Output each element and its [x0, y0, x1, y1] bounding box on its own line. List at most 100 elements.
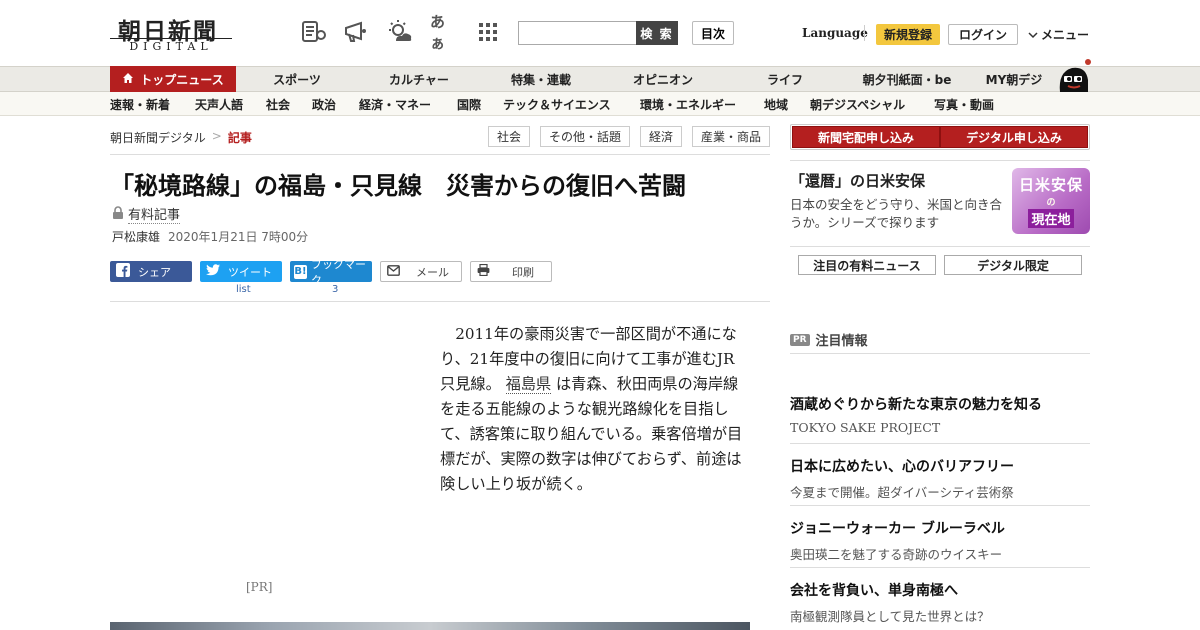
divider	[790, 353, 1090, 354]
sub-nav-region[interactable]: 地域	[764, 92, 788, 116]
search-input[interactable]	[518, 21, 638, 45]
featured-paid-news-button[interactable]: 注目の有料ニュース	[798, 255, 936, 275]
feature-title[interactable]: 「還暦」の日米安保	[790, 170, 925, 191]
language-link[interactable]: Language	[802, 26, 868, 40]
digital-subscribe-button[interactable]: デジタル申し込み	[940, 126, 1088, 148]
divider	[790, 567, 1090, 568]
pr-item-subtitle: TOKYO SAKE PROJECT	[790, 420, 941, 435]
sub-nav-politics[interactable]: 政治	[312, 92, 336, 116]
hatena-count[interactable]: 3	[332, 284, 338, 295]
search-button[interactable]: 検 索	[636, 21, 678, 45]
pr-item[interactable]: 酒蔵めぐりから新たな東京の魅力を知る TOKYO SAKE PROJECT	[790, 394, 1090, 435]
sub-nav-tenseijingo[interactable]: 天声人語	[195, 92, 243, 116]
mascot-icon[interactable]	[1054, 58, 1092, 92]
breadcrumb: 朝日新聞デジタル > 記事	[110, 129, 252, 146]
feature-description[interactable]: 日本の安全をどう守り、米国と向き合うか。シリーズで探ります	[790, 196, 1004, 232]
feature-badge-image[interactable]: 日米安保 の 現在地	[1012, 168, 1090, 234]
apps-grid-icon[interactable]	[474, 18, 502, 46]
sub-nav-society[interactable]: 社会	[266, 92, 290, 116]
hatena-bookmark-button[interactable]: B! ブックマーク	[290, 258, 372, 287]
megaphone-icon[interactable]	[342, 18, 370, 46]
print-label: 印刷	[512, 265, 534, 279]
table-of-contents-button[interactable]: 目次	[692, 21, 734, 45]
tag-economy[interactable]: 経済	[640, 126, 682, 147]
article-title: 「秘境路線」の福島・只見線 災害からの復旧へ苦闘	[110, 172, 686, 200]
logo-sub-text: DIGITAL	[110, 38, 232, 54]
home-delivery-subscribe-button[interactable]: 新聞宅配申し込み	[792, 126, 940, 148]
login-button[interactable]: ログイン	[948, 24, 1018, 45]
paid-article-text: 有料記事	[128, 204, 181, 224]
mail-share-button[interactable]: メール	[380, 261, 462, 282]
font-size-icon[interactable]: あぁ	[430, 13, 458, 52]
divider	[790, 443, 1090, 444]
facebook-share-button[interactable]: シェア	[110, 261, 192, 282]
badge-line-1: 日米安保	[1018, 176, 1083, 194]
nav-item-life[interactable]: ライフ	[724, 66, 846, 92]
pr-item[interactable]: 会社を背負い、単身南極へ 南極観測隊員として見た世界とは？	[790, 580, 1090, 625]
home-icon	[122, 72, 134, 87]
pr-item-subtitle: 奥田瑛二を魅了する奇跡のウイスキー	[790, 547, 1003, 562]
article-lead: 2011年の豪雨災害で一部区間が不通になり、21年度中の復旧に向けて工事が進むJ…	[440, 322, 746, 497]
keyword-link-fukushima[interactable]: 福島県	[505, 375, 552, 394]
sub-nav-latest[interactable]: 速報・新着	[110, 92, 170, 116]
sub-nav-international[interactable]: 国際	[457, 92, 481, 116]
nav-item-features[interactable]: 特集・連載	[480, 66, 602, 92]
sub-nav-economy[interactable]: 経済・マネー	[359, 92, 431, 116]
nav-item-culture[interactable]: カルチャー	[358, 66, 480, 92]
tag-industry-products[interactable]: 産業・商品	[692, 126, 770, 147]
sub-nav-photo-video[interactable]: 写真・動画	[934, 92, 994, 116]
byline: 戸松康雄 2020年1月21日 7時00分	[112, 228, 308, 245]
badge-line-2: の	[1046, 198, 1056, 208]
nav-item-top-news[interactable]: トップニュース	[110, 66, 236, 92]
twitter-count[interactable]: list	[236, 284, 251, 295]
asahi-digital-logo[interactable]: 朝日新聞 DIGITAL	[110, 12, 232, 54]
nav-item-sports[interactable]: スポーツ	[236, 66, 358, 92]
badge-line-3: 現在地	[1028, 209, 1074, 228]
divider	[110, 301, 770, 302]
sub-nav-tech-science[interactable]: テック＆サイエンス	[503, 92, 611, 116]
pr-item-title: 会社を背負い、単身南極へ	[790, 583, 958, 599]
hatena-bookmark-label: ブックマーク	[310, 257, 366, 287]
pr-item-subtitle: 南極観測隊員として見た世界とは？	[790, 609, 990, 624]
nav-item-label: トップニュース	[140, 72, 224, 87]
breadcrumb-home[interactable]: 朝日新聞デジタル	[110, 129, 206, 146]
weather-icon[interactable]	[386, 18, 414, 46]
breadcrumb-separator: >	[211, 129, 222, 143]
nav-item-newspaper-be[interactable]: 朝夕刊紙面・be	[846, 66, 968, 92]
chevron-down-icon	[1028, 28, 1038, 42]
breadcrumb-current: 記事	[227, 131, 252, 145]
tag-misc-topics[interactable]: その他・話題	[540, 126, 630, 147]
mail-icon	[387, 264, 400, 279]
author: 戸松康雄	[112, 230, 161, 244]
register-button[interactable]: 新規登録	[876, 24, 940, 45]
hatena-icon: B!	[294, 264, 307, 279]
sub-nav-special[interactable]: 朝デジスペシャル	[810, 92, 905, 116]
menu-button[interactable]: メニュー	[1028, 26, 1089, 43]
paid-article-label[interactable]: 有料記事	[112, 204, 181, 224]
twitter-share-label: ツイート	[228, 265, 272, 279]
pr-item[interactable]: 日本に広めたい、心のバリアフリー 今夏まで開催。超ダイバーシティ芸術祭	[790, 456, 1090, 501]
divider	[790, 160, 1090, 161]
digital-exclusive-button[interactable]: デジタル限定	[944, 255, 1082, 275]
nav-item-opinion[interactable]: オピニオン	[602, 66, 724, 92]
pr-ad-label: [PR]	[246, 580, 273, 594]
tag-society[interactable]: 社会	[488, 126, 530, 147]
divider	[790, 246, 1090, 247]
twitter-share-button[interactable]: ツイート	[200, 261, 282, 282]
article-photo[interactable]	[110, 622, 750, 630]
header-divider	[864, 25, 865, 41]
pr-heading-text: 注目情報	[815, 334, 868, 349]
pr-badge: PR	[790, 333, 810, 346]
printer-icon	[477, 263, 490, 279]
pr-item[interactable]: ジョニーウォーカー ブルーラベル 奥田瑛二を魅了する奇跡のウイスキー	[790, 518, 1090, 563]
nav-item-my-asadigi[interactable]: MY朝デジ	[968, 66, 1060, 92]
pr-item-title: ジョニーウォーカー ブルーラベル	[790, 521, 1005, 537]
pr-section-heading: PR 注目情報	[790, 330, 868, 349]
sub-nav-environment[interactable]: 環境・エネルギー	[640, 92, 736, 116]
facebook-share-label: シェア	[138, 265, 171, 279]
mail-share-label: メール	[416, 265, 449, 279]
menu-label: メニュー	[1041, 28, 1090, 42]
print-button[interactable]: 印刷	[470, 261, 552, 282]
newspaper-icon[interactable]	[300, 18, 328, 46]
pr-item-subtitle: 今夏まで開催。超ダイバーシティ芸術祭	[790, 485, 1014, 500]
